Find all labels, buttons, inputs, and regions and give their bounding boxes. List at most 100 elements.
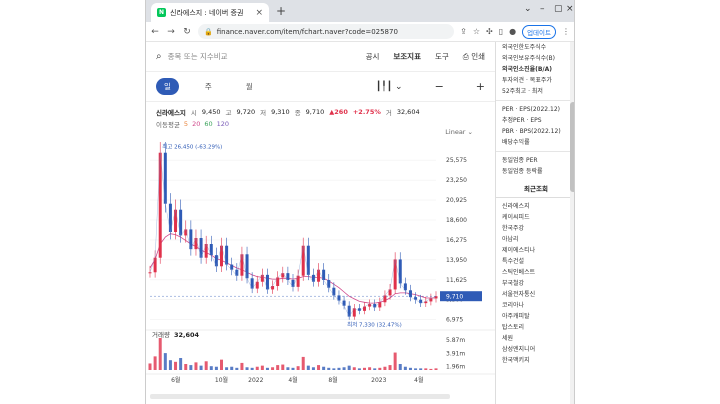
chevron-down-icon[interactable]: ⌄ (524, 4, 532, 14)
ma120-label: 120 (216, 119, 230, 128)
volume-bar (352, 367, 356, 370)
recent-item[interactable]: 아주캐피탈 (496, 311, 574, 322)
sidebar-top-item[interactable]: 52주최고 · 최저 (496, 86, 574, 97)
volume-bar (311, 367, 315, 370)
candle-body (148, 272, 152, 274)
scale-selector[interactable]: Linear ⌄ (445, 128, 473, 136)
volume-bar (383, 366, 387, 370)
search-input[interactable]: 종목 또는 지수비교 (168, 51, 352, 62)
browser-tab[interactable]: N 신라에스지 : 네이버 증권 × (151, 3, 269, 22)
close-window-icon[interactable]: × (566, 4, 574, 14)
profile-icon[interactable]: ● (509, 27, 516, 36)
sidebar-industry-item[interactable]: 동일업종 등락률 (496, 166, 574, 177)
recent-item[interactable]: 탑스토리 (496, 322, 574, 333)
print-icon: ⎙ (462, 52, 469, 61)
sidebar-ratio-item[interactable]: PER · EPS(2022.12) (496, 104, 574, 115)
recent-item[interactable]: 한국주강 (496, 223, 574, 234)
sidebar-top-item[interactable]: 투자의견 · 목표주가 (496, 75, 574, 86)
print-label: 인쇄 (471, 52, 485, 61)
menu-icon[interactable]: ⋮ (562, 27, 570, 36)
sidebar-ratio-section: PER · EPS(2022.12) 추정PER · EPS PBR · BPS(2… (496, 104, 574, 148)
stock-chart[interactable]: 25,575 23,250 20,925 18,600 16,275 13,950 11,6… (146, 142, 495, 404)
period-month[interactable]: 월 (238, 78, 261, 95)
sidebar-ratio-item[interactable]: PBR · BPS(2022.12) (496, 126, 574, 137)
close-tab-icon[interactable]: × (255, 8, 263, 18)
recent-item[interactable]: 삼성엔지니어 (496, 344, 574, 355)
candle-body (194, 238, 198, 250)
sidebar-industry-item[interactable]: 동일업종 PER (496, 155, 574, 166)
low-annotation: 최저 7,330 (32.47%) (347, 321, 402, 329)
recent-item[interactable]: 부국철강 (496, 278, 574, 289)
volume-bar (276, 365, 280, 370)
volume-bar (230, 366, 234, 370)
star-icon[interactable]: ☆ (473, 27, 480, 36)
scrollbar-thumb[interactable] (570, 102, 574, 192)
volume-bar (419, 368, 423, 370)
high-value: 9,720 (236, 108, 256, 116)
x-tick-label: 2023 (371, 377, 386, 384)
toolbar-link-indicators[interactable]: 보조지표 (393, 51, 421, 62)
zoom-out-icon[interactable]: − (435, 80, 444, 93)
extensions-icon[interactable]: ✣ (486, 27, 493, 36)
recent-list: 신라에스지 케이씨피드 한국주강 아남리 제이에스티나 특수건설 스틱인베스트 부국철강 서울전… (496, 201, 574, 366)
print-button[interactable]: ⎙ 인쇄 (463, 51, 485, 62)
candle-body (276, 277, 280, 286)
recent-item[interactable]: 신라에스지 (496, 201, 574, 212)
forward-icon[interactable]: → (166, 27, 176, 37)
toolbar-link-disclosure[interactable]: 공시 (366, 51, 380, 62)
new-tab-icon[interactable]: + (276, 4, 286, 18)
maximize-icon[interactable]: ▢ (554, 4, 563, 14)
url-field[interactable]: 🔒 finance.naver.com/item/fchart.naver?co… (198, 24, 455, 39)
zoom-in-icon[interactable]: + (476, 80, 485, 93)
price-tick-label: 18,600 (446, 217, 467, 224)
volume-bar (408, 367, 412, 370)
back-icon[interactable]: ← (150, 27, 160, 37)
chart-panel: ⌕ 종목 또는 지수비교 공시 보조지표 도구 ⎙ 인쇄 일 주 월 ┃╿┃ ⌄… (146, 42, 495, 404)
divider (496, 151, 574, 152)
recent-item[interactable]: 제이에스티나 (496, 245, 574, 256)
update-button[interactable]: 업데이트 (522, 24, 556, 39)
candle-body (189, 229, 193, 250)
volume-bar (184, 364, 188, 370)
recent-item[interactable]: 아남리 (496, 234, 574, 245)
volume-bar (240, 362, 244, 370)
volume-bar (403, 366, 407, 370)
period-day[interactable]: 일 (156, 78, 179, 95)
sidebar-top-item[interactable]: 외국인한도주식수 (496, 42, 574, 53)
recent-item[interactable]: 서울전자통신 (496, 289, 574, 300)
sidebar-ratio-item[interactable]: 배당수익률 (496, 137, 574, 148)
left-margin (0, 0, 145, 404)
volume-bar (265, 367, 269, 370)
price-tick-label: 23,250 (446, 177, 467, 184)
recent-item[interactable]: 한국맥키지 (496, 355, 574, 366)
volume-bar (158, 338, 162, 370)
sidepanel-icon[interactable]: ▯ (499, 27, 503, 36)
sidebar-ratio-item[interactable]: 추정PER · EPS (496, 115, 574, 126)
price-tick-label: 13,950 (446, 257, 467, 264)
volume-bar (322, 366, 326, 370)
sidebar-top-item[interactable]: 외국인보유주식수(B) (496, 53, 574, 64)
volume-bar (148, 363, 152, 370)
period-week[interactable]: 주 (197, 78, 220, 95)
high-annotation: 최고 26,450 (-63.29%) (162, 143, 222, 151)
recent-item[interactable]: 스틱인베스트 (496, 267, 574, 278)
sidebar-top-item[interactable]: 외국인소진율(B/A) (496, 64, 574, 75)
candlestick-icon[interactable]: ┃╿┃ ⌄ (376, 82, 403, 92)
candle-body (403, 283, 407, 291)
reload-icon[interactable]: ↻ (182, 27, 192, 37)
recent-item[interactable]: 코리아나 (496, 300, 574, 311)
share-icon[interactable]: ⇪ (460, 27, 467, 36)
toolbar-link-tools[interactable]: 도구 (435, 51, 449, 62)
close-label: 종 (294, 109, 301, 117)
volume-bar (194, 362, 198, 370)
search-icon[interactable]: ⌕ (156, 51, 162, 62)
divider (496, 100, 574, 101)
scrollbar[interactable] (570, 42, 574, 404)
recent-item[interactable]: 케이씨피드 (496, 212, 574, 223)
volume-bar (414, 368, 418, 370)
price-tick-label: 11,625 (446, 277, 467, 284)
recent-item[interactable]: 세원 (496, 333, 574, 344)
minimize-icon[interactable]: – (540, 4, 545, 14)
volume-bar (235, 367, 239, 370)
recent-item[interactable]: 특수건설 (496, 256, 574, 267)
